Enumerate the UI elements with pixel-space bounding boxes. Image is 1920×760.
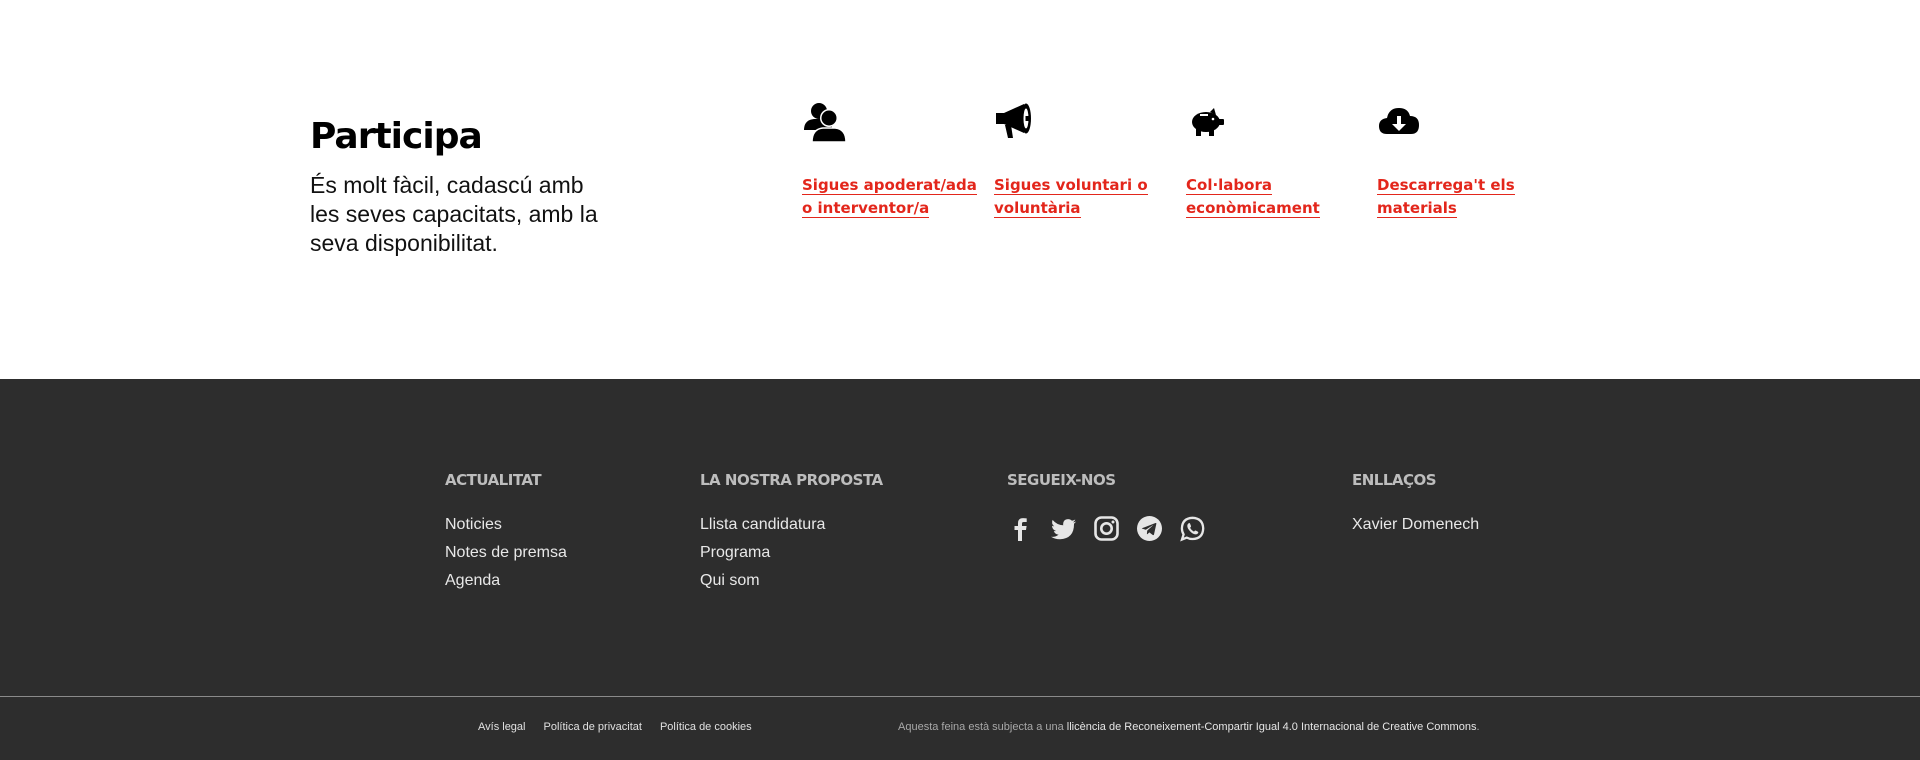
license-link[interactable]: llicència de Reconeixement-Compartir Igu… <box>1067 721 1477 733</box>
footer-col-title: LA NOSTRA PROPOSTA <box>700 471 883 489</box>
footer-link-agenda[interactable]: Agenda <box>445 567 567 595</box>
footer-link-programa[interactable]: Programa <box>700 539 883 567</box>
piggy-bank-icon <box>1186 100 1232 144</box>
participa-section: Participa És molt fàcil, cadascú amb les… <box>0 0 1920 379</box>
footer-col-proposta: LA NOSTRA PROPOSTA Llista candidatura Pr… <box>700 471 883 595</box>
action-voluntari[interactable]: Sigues voluntari o voluntària <box>994 100 1174 218</box>
users-icon <box>802 100 848 144</box>
footer-link-qui-som[interactable]: Qui som <box>700 567 883 595</box>
twitter-icon[interactable] <box>1050 515 1077 542</box>
avis-legal-link[interactable]: Avís legal <box>478 721 526 733</box>
footer-divider <box>0 696 1920 697</box>
footer-col-segueix: SEGUEIX-NOS <box>1007 471 1206 542</box>
instagram-icon[interactable] <box>1093 515 1120 542</box>
cloud-download-icon <box>1377 100 1423 144</box>
license-prefix: Aquesta feina està subjecta a una <box>898 721 1064 733</box>
participa-description: És molt fàcil, cadascú amb les seves cap… <box>310 172 598 256</box>
whatsapp-icon[interactable] <box>1179 515 1206 542</box>
action-apoderat[interactable]: Sigues apoderat/ada o interventor/a <box>802 100 982 218</box>
megaphone-icon <box>994 100 1040 144</box>
license-notice: Aquesta feina està subjecta a una llicèn… <box>898 721 1480 733</box>
footer-col-title: ACTUALITAT <box>445 471 542 489</box>
action-descarrega-link[interactable]: Descarrega't els materials <box>1377 176 1515 218</box>
footer-col-title: SEGUEIX-NOS <box>1007 471 1116 489</box>
footer-link-notes-premsa[interactable]: Notes de premsa <box>445 539 567 567</box>
action-apoderat-link[interactable]: Sigues apoderat/ada o interventor/a <box>802 176 977 218</box>
action-voluntari-link[interactable]: Sigues voluntari o voluntària <box>994 176 1148 218</box>
legal-links: Avís legal Política de privacitat Políti… <box>478 721 752 733</box>
footer-col-enllacos: ENLLAÇOS Xavier Domenech <box>1352 471 1479 539</box>
facebook-icon[interactable] <box>1007 515 1034 542</box>
license-suffix: . <box>1476 721 1480 733</box>
site-footer: ACTUALITAT Noticies Notes de premsa Agen… <box>0 379 1920 760</box>
politica-cookies-link[interactable]: Política de cookies <box>660 721 752 733</box>
footer-link-noticies[interactable]: Noticies <box>445 511 567 539</box>
action-collabora-link[interactable]: Col·labora econòmicament <box>1186 176 1320 218</box>
footer-col-actualitat: ACTUALITAT Noticies Notes de premsa Agen… <box>445 471 567 595</box>
politica-privacitat-link[interactable]: Política de privacitat <box>544 721 642 733</box>
social-links <box>1007 515 1206 542</box>
footer-col-title: ENLLAÇOS <box>1352 471 1437 489</box>
participa-title: Participa <box>310 116 483 157</box>
action-collabora[interactable]: Col·labora econòmicament <box>1186 100 1366 218</box>
footer-link-llista-candidatura[interactable]: Llista candidatura <box>700 511 883 539</box>
footer-link-xavier-domenech[interactable]: Xavier Domenech <box>1352 511 1479 539</box>
telegram-icon[interactable] <box>1136 515 1163 542</box>
action-descarrega[interactable]: Descarrega't els materials <box>1377 100 1557 218</box>
